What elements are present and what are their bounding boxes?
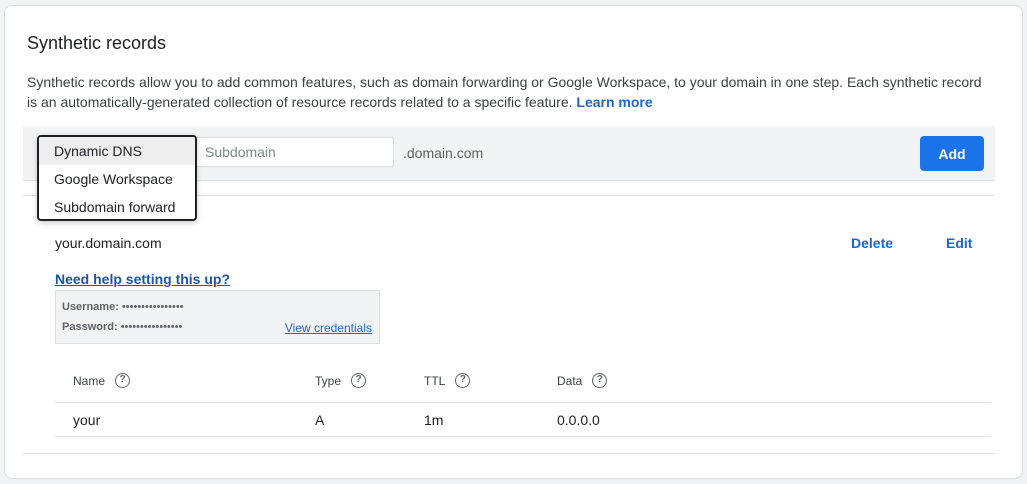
learn-more-link[interactable]: Learn more <box>576 94 652 110</box>
table-divider <box>55 436 991 437</box>
description-text: Synthetic records allow you to add commo… <box>27 74 982 110</box>
credentials-box: Username: •••••••••••••••• Password: •••… <box>55 290 380 344</box>
column-header-label: Type <box>315 373 342 388</box>
help-icon[interactable]: ? <box>351 373 367 388</box>
column-header-label: Name <box>73 373 106 388</box>
cell-ttl: 1m <box>424 412 444 428</box>
dropdown-option-dynamic-dns[interactable]: Dynamic DNS <box>39 137 195 165</box>
section-title: Synthetic records <box>27 33 167 53</box>
domain-suffix: .domain.com <box>403 145 484 161</box>
view-credentials-link[interactable]: View credentials <box>285 321 372 335</box>
section-description: Synthetic records allow you to add commo… <box>27 72 987 112</box>
record-domain: your.domain.com <box>55 235 162 251</box>
column-header-name: Name ? <box>73 373 131 388</box>
column-header-type: Type ? <box>315 373 367 388</box>
help-icon[interactable]: ? <box>592 373 608 388</box>
username-label: Username: <box>62 301 119 313</box>
divider <box>23 453 995 454</box>
edit-button[interactable]: Edit <box>946 235 972 251</box>
column-header-ttl: TTL ? <box>424 373 471 388</box>
delete-button[interactable]: Delete <box>851 235 893 251</box>
username-value: •••••••••••••••• <box>121 301 184 313</box>
column-header-label: Data <box>557 373 583 388</box>
dropdown-option-google-workspace[interactable]: Google Workspace <box>39 165 195 193</box>
password-value: •••••••••••••••• <box>120 321 183 333</box>
cell-type: A <box>315 412 325 428</box>
help-icon[interactable]: ? <box>115 373 131 388</box>
cell-name: your <box>73 412 101 428</box>
column-header-data: Data ? <box>557 373 608 388</box>
setup-help-link[interactable]: Need help setting this up? <box>55 271 230 287</box>
dropdown-option-subdomain-forward[interactable]: Subdomain forward <box>39 193 195 219</box>
column-header-label: TTL <box>424 373 446 388</box>
record-type-dropdown[interactable]: Dynamic DNS Google Workspace Subdomain f… <box>37 135 197 221</box>
help-icon[interactable]: ? <box>455 373 471 388</box>
add-button[interactable]: Add <box>920 136 984 171</box>
password-label: Password: <box>62 321 118 333</box>
password-row: Password: •••••••••••••••• <box>62 321 182 333</box>
username-row: Username: •••••••••••••••• <box>62 301 184 313</box>
cell-data: 0.0.0.0 <box>557 412 600 428</box>
table-divider <box>55 402 991 403</box>
subdomain-input[interactable] <box>194 137 394 167</box>
